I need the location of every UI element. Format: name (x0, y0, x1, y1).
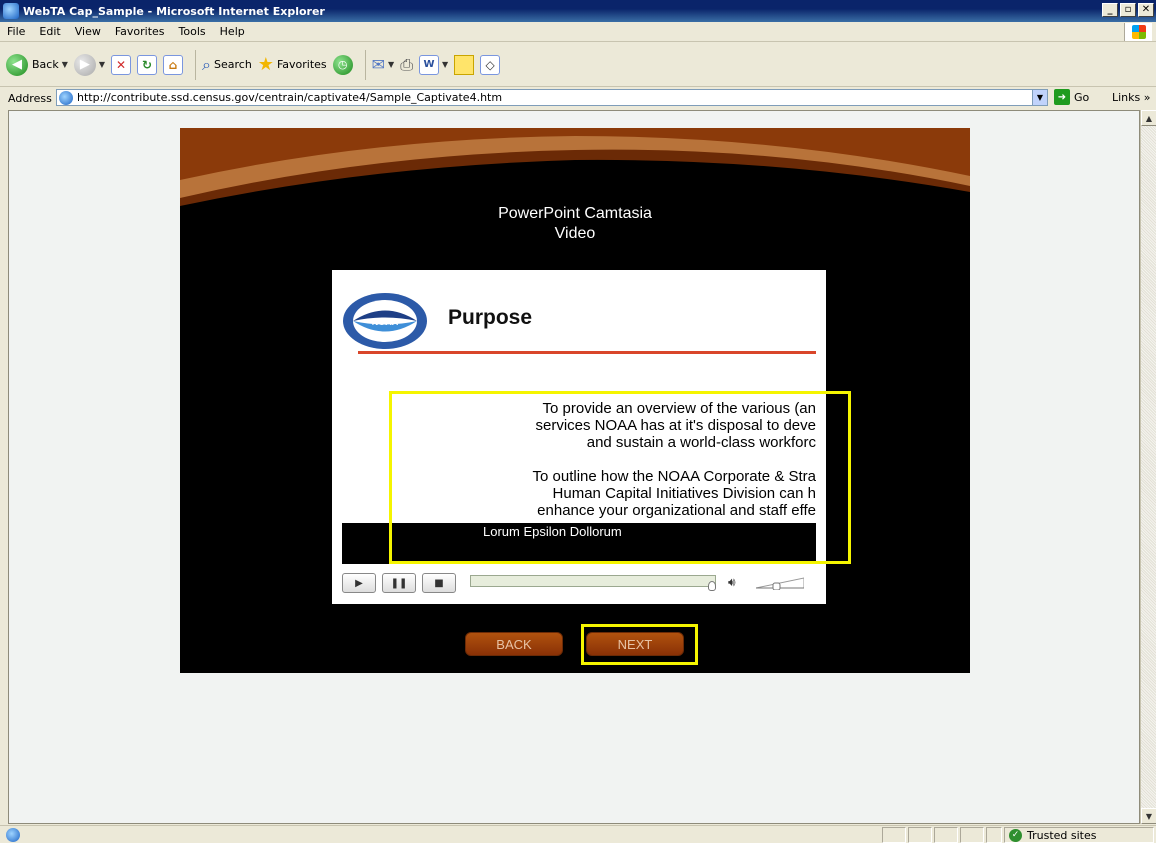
player-title-line2: Video (554, 225, 596, 242)
go-label: Go (1074, 90, 1090, 104)
ie-icon (3, 3, 19, 19)
video-controls: ▶ ❚❚ ■ 🔊︎ (332, 570, 826, 600)
diamond-arrows-icon: ◇ (480, 54, 501, 75)
volume-slider[interactable] (756, 576, 804, 590)
note-button[interactable] (454, 54, 475, 75)
back-button[interactable]: ◀ Back ▼ (6, 53, 68, 76)
edit-dropdown-icon[interactable]: ▼ (442, 60, 448, 69)
home-button[interactable]: ⌂ (163, 54, 184, 75)
security-zone[interactable]: ✓ Trusted sites (1004, 827, 1154, 843)
address-url[interactable]: http://contribute.ssd.census.gov/centrai… (77, 91, 502, 104)
status-pane (882, 827, 906, 843)
page-status-icon (6, 827, 20, 842)
stop-square-icon: ■ (434, 577, 444, 589)
favorites-label: Favorites (276, 58, 327, 71)
print-icon: ⎙ (400, 54, 414, 74)
maximize-button[interactable]: ▫ (1120, 3, 1136, 17)
menu-bar: File Edit View Favorites Tools Help (0, 22, 1156, 42)
go-button[interactable]: ➜ Go (1054, 89, 1089, 105)
noaa-logo-text: NOAA (372, 317, 399, 327)
address-dropdown-icon[interactable]: ▼ (1032, 90, 1047, 105)
edit-button[interactable]: W ▼ (419, 54, 448, 75)
forward-arrow-icon: ▶ (73, 53, 96, 76)
page-content: PowerPoint Camtasia Video NOAA Purpose T… (8, 110, 1140, 824)
home-icon: ⌂ (163, 54, 184, 75)
messenger-button[interactable]: ◇ (480, 54, 501, 75)
toolbar-separator (364, 49, 366, 80)
search-button[interactable]: ⌕ Search (202, 55, 252, 75)
progress-knob[interactable] (708, 581, 716, 591)
go-arrow-icon: ➜ (1054, 89, 1070, 105)
scroll-down-button[interactable]: ▼ (1141, 808, 1156, 824)
back-arrow-icon: ◀ (6, 53, 28, 76)
toolbar: ◀ Back ▼ ▶ ▼ ✕ ↻ ⌂ ⌕ Search ★ Favorites … (0, 43, 1156, 87)
title-bar: WebTA Cap_Sample - Microsoft Internet Ex… (0, 0, 1156, 22)
refresh-button[interactable]: ↻ (137, 54, 158, 75)
play-button[interactable]: ▶ (342, 573, 376, 593)
favorites-star-icon: ★ (257, 54, 274, 75)
player-title: PowerPoint Camtasia Video (180, 204, 970, 244)
zone-label: Trusted sites (1027, 828, 1097, 842)
noaa-logo-icon: NOAA (343, 293, 427, 349)
forward-dropdown-icon[interactable]: ▼ (99, 60, 105, 69)
back-nav-button[interactable]: BACK (465, 632, 563, 656)
player-title-line1: PowerPoint Camtasia (498, 205, 652, 222)
menu-file[interactable]: File (0, 25, 32, 38)
address-bar: Address http://contribute.ssd.census.gov… (0, 88, 1156, 108)
slide-rule (358, 351, 816, 354)
address-field[interactable]: http://contribute.ssd.census.gov/centrai… (56, 89, 1048, 106)
stop-icon: ✕ (111, 54, 132, 75)
mail-button[interactable]: ✉ ▼ (372, 55, 395, 74)
toolbar-separator (195, 49, 197, 80)
text-highlight-box (389, 391, 851, 564)
back-label: Back (32, 58, 59, 71)
window-title: WebTA Cap_Sample - Microsoft Internet Ex… (23, 4, 325, 18)
print-button[interactable]: ⎙ (400, 55, 413, 75)
status-pane (960, 827, 984, 843)
mail-dropdown-icon[interactable]: ▼ (388, 60, 394, 69)
pause-button[interactable]: ❚❚ (382, 573, 416, 593)
scroll-up-button[interactable]: ▲ (1141, 110, 1156, 126)
status-pane (934, 827, 958, 843)
address-label: Address (8, 91, 52, 105)
note-icon (454, 54, 475, 75)
pause-icon: ❚❚ (390, 577, 408, 589)
menu-view[interactable]: View (68, 25, 108, 38)
close-button[interactable]: ✕ (1138, 3, 1154, 17)
slide-heading: Purpose (448, 306, 533, 329)
search-label: Search (214, 58, 252, 71)
stop-button[interactable]: ✕ (111, 54, 132, 75)
vertical-scrollbar[interactable]: ▲ ▼ (1140, 110, 1156, 824)
menu-tools[interactable]: Tools (172, 25, 213, 38)
status-bar: ✓ Trusted sites (0, 825, 1156, 843)
history-button[interactable]: ◷ (332, 54, 353, 75)
links-button[interactable]: Links » (1112, 91, 1150, 104)
refresh-icon: ↻ (137, 54, 158, 75)
history-icon: ◷ (332, 54, 353, 75)
progress-track[interactable] (470, 575, 716, 587)
favorites-button[interactable]: ★ Favorites (258, 54, 327, 75)
back-dropdown-icon[interactable]: ▼ (62, 60, 68, 69)
status-pane (986, 827, 1002, 843)
word-edit-icon: W (419, 54, 440, 75)
minimize-button[interactable]: _ (1102, 3, 1118, 17)
stop-video-button[interactable]: ■ (422, 573, 456, 593)
next-highlight-box (581, 624, 698, 665)
menu-edit[interactable]: Edit (32, 25, 67, 38)
trusted-check-icon: ✓ (1009, 828, 1022, 842)
volume-knob[interactable] (772, 582, 781, 590)
menu-help[interactable]: Help (213, 25, 252, 38)
search-icon: ⌕ (202, 54, 211, 74)
menu-favorites[interactable]: Favorites (108, 25, 172, 38)
forward-button[interactable]: ▶ ▼ (73, 53, 105, 76)
speaker-icon[interactable]: 🔊︎ (728, 575, 736, 590)
windows-logo-icon (1124, 23, 1152, 41)
page-icon (59, 90, 73, 105)
player-banner (180, 128, 970, 206)
status-pane (908, 827, 932, 843)
play-icon: ▶ (355, 577, 363, 589)
mail-icon: ✉ (371, 55, 386, 74)
